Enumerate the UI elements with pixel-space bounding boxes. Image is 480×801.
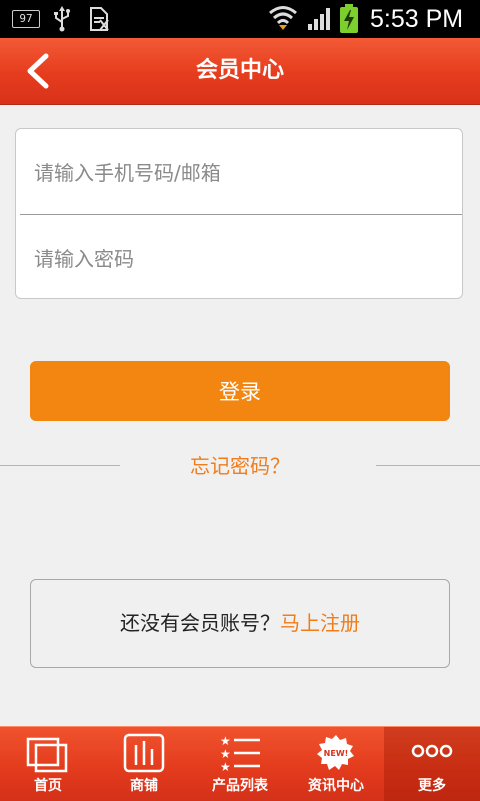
battery-charging-icon (340, 4, 358, 33)
divider-right (376, 465, 480, 466)
svg-text:★: ★ (220, 734, 231, 748)
login-button[interactable]: 登录 (30, 361, 450, 421)
login-form (15, 128, 463, 301)
register-prompt: 还没有会员账号？ (120, 611, 280, 635)
tab-news[interactable]: NEW! 资讯中心 (288, 727, 384, 801)
tab-home[interactable]: 首页 (0, 727, 96, 801)
product-list-icon: ★ ★ ★ (220, 734, 260, 773)
more-dots-icon (411, 744, 453, 758)
signal-icon (308, 8, 330, 30)
usb-icon (54, 6, 70, 32)
divider-left (0, 465, 120, 466)
tab-products[interactable]: ★ ★ ★ 产品列表 (192, 727, 288, 801)
status-bar: 97 5:53 PM (0, 0, 480, 38)
register-link[interactable]: 马上注册 (280, 611, 360, 635)
tab-label-more: 更多 (418, 778, 446, 794)
news-badge-icon: NEW! (317, 735, 354, 770)
password-input[interactable] (16, 217, 462, 301)
wifi-icon (269, 6, 297, 30)
page-title: 会员中心 (195, 58, 284, 83)
chevron-left-icon[interactable] (18, 50, 58, 92)
register-box: 还没有会员账号？马上注册 (30, 579, 450, 668)
forgot-password-link[interactable]: 忘记密码？ (140, 451, 340, 481)
tab-store[interactable]: 商铺 (96, 727, 192, 801)
svg-text:★: ★ (220, 747, 231, 761)
tab-label-news: 资讯中心 (308, 778, 364, 794)
svg-text:★: ★ (220, 760, 231, 773)
tab-label-products: 产品列表 (212, 778, 268, 794)
app-header: 会员中心 (0, 38, 480, 105)
bottom-tab-bar: 首页 商铺 ★ ★ ★ 产品列表 NEW! 资讯中心 更多 (0, 726, 480, 801)
document-icon (90, 7, 109, 31)
phone-email-input[interactable] (16, 131, 462, 215)
news-badge-text: NEW! (324, 749, 349, 758)
form-divider (20, 214, 462, 215)
status-time: 5:53 PM (370, 5, 464, 33)
notification-count-badge: 97 (12, 10, 40, 28)
tab-label-home: 首页 (34, 778, 62, 794)
store-icon (123, 733, 165, 773)
tab-more[interactable]: 更多 (384, 727, 480, 801)
tab-label-store: 商铺 (130, 778, 158, 794)
home-pages-icon (26, 737, 68, 773)
